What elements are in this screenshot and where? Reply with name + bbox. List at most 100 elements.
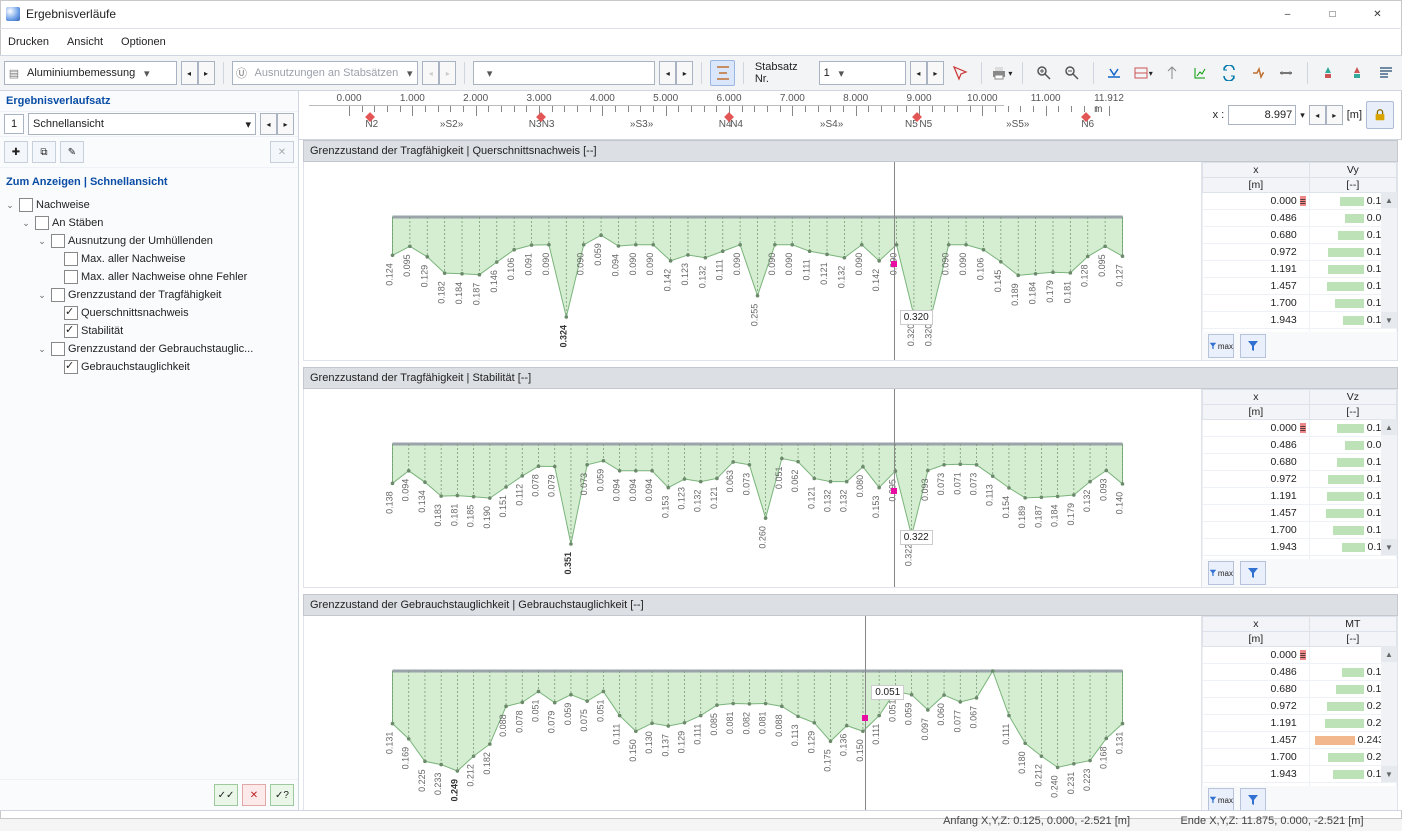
tree-stab[interactable]: Stabilität [81, 325, 123, 337]
chart-plot[interactable]: 0.1380.0940.1340.1830.1810.1850.1900.151… [304, 389, 1201, 587]
edit-button[interactable]: ✎ [60, 141, 84, 163]
filter-max-button[interactable]: max [1208, 334, 1234, 358]
scroll-up[interactable]: ▲ [1381, 646, 1397, 662]
scroll-down[interactable]: ▼ [1381, 539, 1397, 555]
sidebar-header: Ergebnisverlaufsatz [0, 91, 298, 111]
list-button[interactable] [1373, 60, 1398, 86]
menu-options[interactable]: Optionen [119, 35, 168, 49]
design-type-combo[interactable]: ▤ Aluminiumbemessung ▾ [4, 61, 177, 85]
svg-text:0.111: 0.111 [693, 724, 703, 745]
tool-3-button[interactable] [1159, 60, 1184, 86]
filter-button[interactable] [1240, 334, 1266, 358]
collapse-toggle[interactable]: ⌄ [36, 236, 48, 247]
copy-button[interactable]: ⧉ [32, 141, 56, 163]
menu-print[interactable]: Drucken [6, 35, 51, 49]
design-type-spin[interactable]: ◂▸ [181, 61, 215, 85]
quickview-spin[interactable]: ◂▸ [260, 113, 294, 135]
collapse-toggle[interactable]: ⌄ [4, 200, 16, 211]
checkbox[interactable] [64, 324, 78, 338]
filter-max-button[interactable]: max [1208, 561, 1234, 585]
tool-4-button[interactable] [1188, 60, 1213, 86]
scroll-up[interactable]: ▲ [1381, 192, 1397, 208]
tool-1-button[interactable] [1102, 60, 1127, 86]
filter-button[interactable] [1240, 561, 1266, 585]
check-partial-button[interactable]: ✓? [270, 784, 294, 806]
tree-qs[interactable]: Querschnittsnachweis [81, 307, 189, 319]
checkbox[interactable] [35, 216, 49, 230]
tool-5-button[interactable] [1217, 60, 1242, 86]
svg-text:0.184: 0.184 [454, 282, 464, 305]
tree-max-all[interactable]: Max. aller Nachweise [81, 253, 186, 265]
new-button[interactable]: ✚ [4, 141, 28, 163]
tree-gzg[interactable]: Grenzzustand der Gebrauchstauglic... [68, 343, 253, 355]
pick-button[interactable] [948, 60, 973, 86]
quickview-label: Schnellansicht [33, 118, 104, 130]
settings-b-button[interactable] [1345, 60, 1370, 86]
set-number-value: 1 [820, 67, 834, 79]
collapse-toggle[interactable]: ⌄ [36, 290, 48, 301]
scroll-down[interactable]: ▼ [1381, 766, 1397, 782]
lock-button[interactable] [1366, 101, 1394, 129]
chevron-down-icon: ▾ [139, 67, 154, 80]
chevron-down-icon[interactable]: ▾ [1300, 110, 1305, 121]
zoom-in-button[interactable] [1031, 60, 1056, 86]
filter-button[interactable] [1240, 788, 1266, 810]
zoom-out-button[interactable] [1060, 60, 1085, 86]
tree-max-all-ok[interactable]: Max. aller Nachweise ohne Fehler [81, 271, 247, 283]
checkbox[interactable] [51, 342, 65, 356]
x-label: x : [1213, 109, 1225, 121]
checkbox[interactable] [51, 234, 65, 248]
collapse-toggle[interactable]: ⌄ [20, 218, 32, 229]
close-button[interactable]: ✕ [1355, 1, 1400, 27]
set-index[interactable]: 1 [4, 114, 24, 134]
tree-envelope[interactable]: Ausnutzung der Umhüllenden [68, 235, 213, 247]
tree-an-staben[interactable]: An Stäben [52, 217, 103, 229]
set-number-combo[interactable]: 1▾ [819, 61, 906, 85]
tree-root[interactable]: Nachweise [36, 199, 90, 211]
svg-text:0.134: 0.134 [417, 490, 427, 513]
maximize-button[interactable]: □ [1310, 1, 1355, 27]
tree-gzt[interactable]: Grenzzustand der Tragfähigkeit [68, 289, 221, 301]
check-all-button[interactable]: ✓✓ [214, 784, 238, 806]
checkbox[interactable] [64, 360, 78, 374]
svg-text:0.090: 0.090 [541, 253, 551, 276]
chart-plot[interactable]: 0.1240.0950.1290.1820.1840.1870.1460.106… [304, 162, 1201, 360]
extra-combo[interactable]: ▾ [473, 61, 655, 85]
checkbox[interactable] [64, 270, 78, 284]
svg-text:0.181: 0.181 [1062, 281, 1072, 304]
menu-view[interactable]: Ansicht [65, 35, 105, 49]
x-spin[interactable]: ◂▸ [1309, 105, 1343, 125]
scroll-up[interactable]: ▲ [1381, 419, 1397, 435]
layers-icon: ▤ [5, 67, 23, 80]
checkbox[interactable] [64, 306, 78, 320]
remove-button[interactable]: ✕ [270, 141, 294, 163]
quickview-combo[interactable]: Schnellansicht ▾ [28, 113, 256, 135]
settings-a-button[interactable] [1316, 60, 1341, 86]
sync-view-button[interactable] [710, 60, 735, 86]
checkbox[interactable] [19, 198, 33, 212]
extra-spin[interactable]: ◂▸ [659, 61, 693, 85]
svg-text:0.090: 0.090 [576, 253, 586, 276]
ruler[interactable]: 0.0001.0002.0003.0004.0005.0006.0007.000… [309, 91, 1164, 139]
checkbox[interactable] [51, 288, 65, 302]
result-type-spin[interactable]: ◂▸ [422, 61, 456, 85]
svg-text:0.212: 0.212 [1033, 764, 1043, 787]
tool-6-button[interactable] [1245, 60, 1270, 86]
print-button[interactable]: ▾ [990, 60, 1015, 86]
chart-plot[interactable]: 0.1310.1690.2250.2330.2490.2120.1820.088… [304, 616, 1201, 810]
checkbox[interactable] [64, 252, 78, 266]
svg-text:0.073: 0.073 [936, 473, 946, 496]
tree-gebrauch[interactable]: Gebrauchstauglichkeit [81, 361, 190, 373]
scroll-down[interactable]: ▼ [1381, 312, 1397, 328]
uncheck-all-button[interactable]: ✕ [242, 784, 266, 806]
x-value[interactable]: 8.997 [1228, 105, 1296, 125]
tool-2-button[interactable]: ▾ [1130, 60, 1155, 86]
ruler-row: 0.0001.0002.0003.0004.0005.0006.0007.000… [299, 91, 1402, 140]
set-number-spin[interactable]: ◂▸ [910, 61, 944, 85]
minimize-button[interactable]: – [1265, 1, 1310, 27]
result-type-combo[interactable]: Ⓤ Ausnutzungen an Stabsätzen ▾ [232, 61, 419, 85]
filter-max-button[interactable]: max [1208, 788, 1234, 810]
svg-text:0.136: 0.136 [839, 734, 849, 757]
collapse-toggle[interactable]: ⌄ [36, 344, 48, 355]
tool-7-button[interactable] [1274, 60, 1299, 86]
